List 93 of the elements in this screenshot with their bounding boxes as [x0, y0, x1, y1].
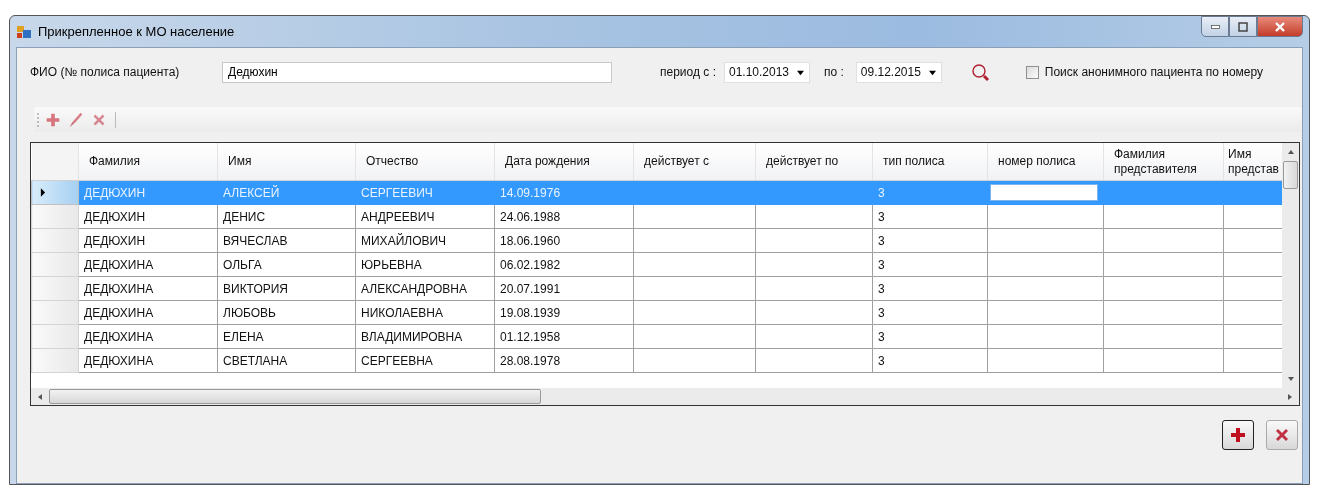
column-header[interactable]: Фамилия [78, 143, 218, 181]
table-cell: 28.08.1978 [494, 348, 634, 373]
table-cell: АЛЕКСЕЙ [217, 180, 356, 205]
table-cell: СВЕТЛАНА [217, 348, 356, 373]
current-row-icon [40, 188, 46, 197]
row-header[interactable] [31, 324, 79, 349]
row-header[interactable] [31, 180, 79, 205]
scroll-down-icon [1286, 376, 1295, 382]
table-cell: ДЕДЮХИН [78, 180, 218, 205]
period-to-label: по : [823, 65, 844, 79]
scroll-left-icon [37, 392, 43, 401]
row-header[interactable] [31, 228, 79, 253]
pencil-icon [67, 110, 85, 129]
table-cell: 20.07.1991 [494, 276, 634, 301]
table-cell: АНДРЕЕВИЧ [355, 204, 495, 229]
add-icon [1228, 425, 1248, 445]
table-cell: 3 [872, 180, 988, 205]
scroll-thumb[interactable] [49, 389, 541, 404]
table-cell: 14.09.1976 [494, 180, 634, 205]
search-button[interactable] [969, 61, 992, 83]
row-header[interactable] [31, 348, 79, 373]
table-cell: СЕРГЕЕВИЧ [355, 180, 495, 205]
column-header[interactable]: действует по [755, 143, 873, 181]
table-cell: МИХАЙЛОВИЧ [355, 228, 495, 253]
table-cell: ДЕДЮХИНА [78, 300, 218, 325]
table-cell: 3 [872, 204, 988, 229]
column-header[interactable]: Имя [217, 143, 356, 181]
scroll-thumb[interactable] [1283, 161, 1298, 189]
table-cell: 3 [872, 252, 988, 277]
scroll-right-icon [1287, 392, 1293, 401]
table-cell: 3 [872, 348, 988, 373]
date-from-picker[interactable]: 01.10.2013 [723, 61, 810, 83]
minimize-button[interactable] [1201, 16, 1229, 37]
checkbox[interactable] [1025, 65, 1039, 79]
column-header[interactable]: Дата рождения [494, 143, 634, 181]
table-cell: ЛЮБОВЬ [217, 300, 356, 325]
maximize-icon [1237, 20, 1249, 33]
column-header[interactable]: Фамилия представителя [1103, 143, 1224, 181]
name-label: ФИО (№ полиса пациента) [30, 65, 181, 79]
table-cell: 19.08.1939 [494, 300, 634, 325]
table-cell: ДЕДЮХИН [78, 228, 218, 253]
table-cell: ДЕДЮХИНА [78, 348, 218, 373]
table-cell: 24.06.1988 [494, 204, 634, 229]
scroll-up-icon [1286, 149, 1295, 155]
vertical-scrollbar[interactable] [1282, 143, 1299, 388]
column-header[interactable]: номер полиса [987, 143, 1104, 181]
table-cell: ЕЛЕНА [217, 324, 356, 349]
table-cell: ВЯЧЕСЛАВ [217, 228, 356, 253]
delete-button[interactable] [1266, 420, 1298, 450]
dropdown-arrow-icon [795, 68, 805, 76]
checkbox-label: Поиск анонимного пациента по номеру [1044, 65, 1264, 79]
dropdown-arrow-icon [927, 68, 937, 76]
row-header[interactable] [31, 276, 79, 301]
search-icon [971, 62, 991, 82]
close-button[interactable] [1257, 16, 1303, 37]
table-cell: ДЕДЮХИНА [78, 324, 218, 349]
table-cell: ВЛАДИМИРОВНА [355, 324, 495, 349]
table-cell: ЮРЬЕВНА [355, 252, 495, 277]
table-cell: 18.06.1960 [494, 228, 634, 253]
column-header[interactable]: действует с [633, 143, 756, 181]
close-icon [1274, 20, 1286, 33]
table-cell: ДЕНИС [217, 204, 356, 229]
grip-icon [36, 111, 40, 128]
window-title: Прикрепленное к МО население [38, 24, 235, 39]
column-header[interactable]: Отчество [355, 143, 495, 181]
table-cell: 06.02.1982 [494, 252, 634, 277]
table-cell: 3 [872, 228, 988, 253]
date-to-picker[interactable]: 09.12.2015 [855, 61, 942, 83]
minimize-icon [1210, 24, 1220, 29]
name-field[interactable]: Дедюхин [222, 61, 612, 83]
table-cell: 01.12.1958 [494, 324, 634, 349]
table-cell: НИКОЛАЕВНА [355, 300, 495, 325]
column-header[interactable]: тип полиса [872, 143, 988, 181]
table-cell: ДЕДЮХИНА [78, 276, 218, 301]
period-from-label: период с : [660, 65, 716, 79]
table-cell: 3 [872, 324, 988, 349]
column-header[interactable]: Имя представ [1223, 143, 1282, 181]
table-cell: 3 [872, 276, 988, 301]
table-cell: СЕРГЕЕВНА [355, 348, 495, 373]
table-cell: ДЕДЮХИН [78, 204, 218, 229]
horizontal-scrollbar[interactable] [31, 388, 1299, 405]
row-header[interactable] [31, 204, 79, 229]
add-button[interactable] [1222, 420, 1254, 450]
row-header[interactable] [31, 252, 79, 277]
app-icon [16, 23, 32, 40]
table-cell: ОЛЬГА [217, 252, 356, 277]
cell-edit-field[interactable] [990, 184, 1098, 201]
row-header[interactable] [31, 300, 79, 325]
maximize-button[interactable] [1229, 16, 1257, 37]
table-cell: АЛЕКСАНДРОВНА [355, 276, 495, 301]
table-cell: ДЕДЮХИНА [78, 252, 218, 277]
table-cell: 3 [872, 300, 988, 325]
table-cell: ВИКТОРИЯ [217, 276, 356, 301]
